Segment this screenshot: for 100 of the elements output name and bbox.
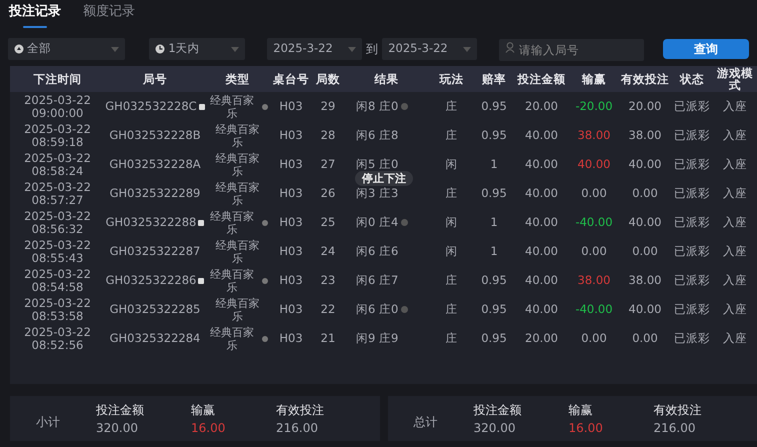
table-cell: 入座 xyxy=(723,274,747,287)
win-loss-cell: 0.00 xyxy=(581,332,607,345)
dropdown[interactable]: 2025-3-22 xyxy=(267,38,362,60)
table-cell: 40.00 xyxy=(525,303,558,316)
table-cell: 入座 xyxy=(723,216,747,229)
table-cell: 38.00 xyxy=(628,129,662,142)
table-cell: 25 xyxy=(320,216,336,229)
summary-heading: 投注金额 xyxy=(474,402,522,416)
table-cell: H03 xyxy=(279,245,303,258)
table-cell: 40.00 xyxy=(525,187,558,200)
search-field[interactable]: 请输入局号 xyxy=(499,39,644,61)
table-cell: 26 xyxy=(320,187,336,200)
date-separator: 到 xyxy=(366,41,378,58)
dropdown[interactable]: 全部 xyxy=(8,38,126,60)
game-type: 经典百家乐 xyxy=(214,152,260,178)
game-type: 经典百家乐 xyxy=(209,326,255,352)
result-cell: 闲3 庄3 xyxy=(356,187,398,200)
round-id: GH0325322289 xyxy=(110,187,200,200)
column-header: 局号 xyxy=(143,73,167,85)
date-time-cell: 2025-03-22 08:54:58 xyxy=(24,268,91,294)
table-cell: H03 xyxy=(279,216,303,229)
game-type: 经典百家乐 xyxy=(214,296,260,322)
table-cell: 闲 xyxy=(446,216,458,229)
table-cell: 庄 xyxy=(446,274,458,287)
table-cell: 28 xyxy=(320,129,336,142)
table-cell: 已派彩 xyxy=(674,158,710,171)
result-cell: 闲6 庄8 xyxy=(356,129,398,142)
win-loss-cell: -40.00 xyxy=(575,303,613,316)
caret-icon xyxy=(348,46,356,52)
table-cell: 入座 xyxy=(723,332,747,345)
dropdown[interactable]: 2025-3-22 xyxy=(382,38,478,60)
win-loss-cell: -40.00 xyxy=(575,216,613,229)
table-cell: 40.00 xyxy=(525,129,558,142)
round-id: GH032532228A xyxy=(109,158,201,171)
round-id: GH032532228B xyxy=(109,129,201,142)
table-cell: 20.00 xyxy=(525,100,558,113)
date-time-cell: 2025-03-22 09:00:00 xyxy=(24,94,91,120)
result-cell: 闲6 庄6 xyxy=(356,245,398,258)
query-button[interactable]: 查询 xyxy=(663,39,750,59)
table-cell: 已派彩 xyxy=(674,274,710,287)
win-loss-cell: 38.00 xyxy=(578,129,610,142)
win-loss-cell: 40.00 xyxy=(578,158,610,171)
table-cell: H03 xyxy=(279,303,303,316)
table-cell: 0.00 xyxy=(632,187,658,200)
table-cell: 40.00 xyxy=(628,158,662,171)
result-cell: 闲5 庄0 xyxy=(356,158,398,171)
table-cell: 已派彩 xyxy=(674,332,710,345)
column-header: 类型 xyxy=(226,73,250,85)
column-header: 赔率 xyxy=(482,73,506,85)
table-cell: H03 xyxy=(279,187,303,200)
summary-label: 总计 xyxy=(414,414,438,430)
tab[interactable]: 额度记录 xyxy=(82,0,136,24)
table-cell: 闲 xyxy=(446,245,458,258)
round-id: GH0325322284 xyxy=(110,332,200,345)
table-cell: 庄 xyxy=(446,187,458,200)
table-cell: 23 xyxy=(320,274,336,287)
table-cell: H03 xyxy=(279,274,303,287)
table-cell: 29 xyxy=(320,100,336,113)
dropdown[interactable]: 1天内 xyxy=(149,38,246,60)
date-time-cell: 2025-03-22 08:55:43 xyxy=(24,238,91,264)
column-header: 有效投注 xyxy=(621,73,669,85)
table-cell: 庄 xyxy=(446,100,458,113)
column-header: 状态 xyxy=(680,73,704,85)
win-loss-cell: 38.00 xyxy=(578,274,610,287)
table-cell: 入座 xyxy=(723,303,747,316)
table-cell: 0.95 xyxy=(481,303,507,316)
column-header: 结果 xyxy=(374,73,398,85)
table-cell: 40.00 xyxy=(525,245,558,258)
table-cell: 21 xyxy=(320,332,336,345)
column-header: 桌台号 xyxy=(273,73,309,85)
table-cell: 1 xyxy=(490,216,498,229)
summary-heading: 有效投注 xyxy=(276,402,324,416)
game-type: 经典百家乐 xyxy=(214,122,260,148)
summary-value: 216.00 xyxy=(276,420,318,434)
table-cell: 40.00 xyxy=(525,274,558,287)
table-cell: 0.95 xyxy=(481,100,507,113)
clock-icon xyxy=(155,44,166,54)
table-cell: H03 xyxy=(279,158,303,171)
date-time-cell: 2025-03-22 08:58:24 xyxy=(24,152,91,178)
win-loss-cell: 0.00 xyxy=(581,245,607,258)
date-time-cell: 2025-03-22 08:53:58 xyxy=(24,296,91,322)
result-cell: 闲0 庄4 xyxy=(356,216,398,229)
table-cell: 庄 xyxy=(446,332,458,345)
table-cell: 已派彩 xyxy=(674,100,710,113)
table-cell: 已派彩 xyxy=(674,245,710,258)
table-cell: 38.00 xyxy=(628,274,662,287)
table-cell: 27 xyxy=(320,158,336,171)
table-cell: 0.95 xyxy=(481,187,507,200)
column-header: 输赢 xyxy=(582,73,606,85)
table-cell: 40.00 xyxy=(525,216,558,229)
summary-heading: 有效投注 xyxy=(654,402,702,416)
result-cell: 闲6 庄7 xyxy=(356,274,398,287)
table-cell: 庄 xyxy=(446,303,458,316)
round-id: GH032532228C xyxy=(105,100,197,113)
summary-label: 小计 xyxy=(36,414,61,430)
win-loss-cell: -20.00 xyxy=(575,100,613,113)
summary-value: 16.00 xyxy=(568,420,603,434)
table-cell: 入座 xyxy=(723,245,747,258)
game-type: 经典百家乐 xyxy=(214,238,260,264)
table-cell: 0.95 xyxy=(481,129,507,142)
